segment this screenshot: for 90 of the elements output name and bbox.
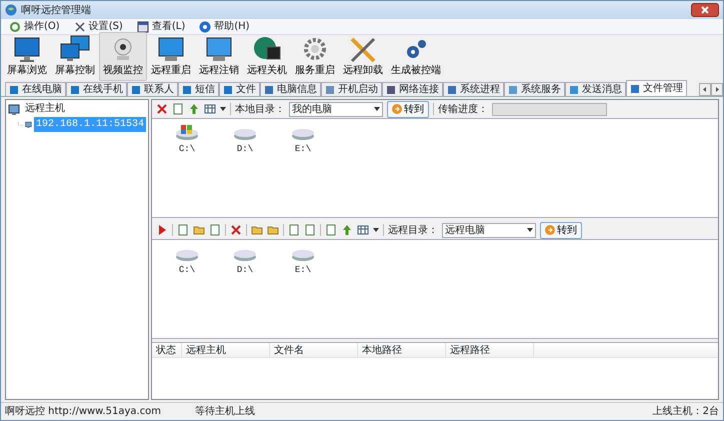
tab[interactable]: 开机启动 bbox=[321, 82, 382, 96]
column-header[interactable]: 本地路径 bbox=[358, 343, 446, 357]
tab-icon bbox=[569, 84, 579, 94]
caret-icon[interactable] bbox=[220, 106, 226, 112]
local-dir-label: 本地目录： bbox=[235, 102, 285, 116]
caret-icon bbox=[374, 106, 380, 112]
go-icon bbox=[392, 104, 402, 114]
tab-icon bbox=[9, 84, 19, 94]
delete-icon[interactable] bbox=[156, 103, 168, 115]
scroll-left-button[interactable] bbox=[699, 83, 711, 96]
directory-dropdown[interactable]: 远程电脑 bbox=[442, 222, 536, 238]
toolbar-button[interactable]: 生成被控端 bbox=[387, 32, 445, 81]
column-header[interactable]: 远程路径 bbox=[446, 343, 534, 357]
tab-icon bbox=[630, 84, 640, 94]
status-text: 啊呀远控 http://www.51aya.com bbox=[5, 405, 162, 419]
toolbar-button[interactable]: 服务重启 bbox=[291, 32, 339, 81]
folder-icon[interactable] bbox=[267, 224, 279, 236]
toolbar-button[interactable]: 屏幕浏览 bbox=[3, 32, 51, 81]
tab[interactable]: 短信 bbox=[178, 82, 219, 96]
tab[interactable]: 文件 bbox=[219, 82, 260, 96]
drive-label[interactable]: E:\ bbox=[294, 143, 312, 156]
tab[interactable]: 系统服务 bbox=[504, 82, 565, 96]
tab-icon bbox=[70, 84, 80, 94]
delete-icon[interactable] bbox=[230, 224, 242, 236]
menu-item[interactable]: 帮助(H) bbox=[199, 19, 250, 34]
computer-icon bbox=[8, 104, 21, 116]
tab[interactable]: 文件管理 bbox=[626, 80, 687, 96]
tab-icon bbox=[131, 84, 141, 94]
drive-label[interactable]: E:\ bbox=[294, 264, 312, 278]
page-icon[interactable] bbox=[172, 103, 184, 115]
tab-icon bbox=[223, 84, 233, 94]
caret-icon bbox=[527, 227, 533, 233]
go-button[interactable]: 转到 bbox=[540, 222, 582, 238]
column-header[interactable]: 状态 bbox=[152, 343, 182, 357]
drive-label[interactable]: D:\ bbox=[236, 264, 254, 278]
column-header[interactable]: 远程主机 bbox=[182, 343, 270, 357]
play-icon[interactable] bbox=[156, 224, 168, 236]
folder-icon[interactable] bbox=[193, 224, 205, 236]
drive-label[interactable]: D:\ bbox=[236, 143, 254, 156]
close-button[interactable] bbox=[691, 3, 719, 17]
tab-icon bbox=[264, 84, 274, 94]
view-grid-icon[interactable] bbox=[204, 103, 216, 115]
progress-label: 传输进度： bbox=[438, 102, 488, 116]
remote-dir-label: 远程目录： bbox=[388, 224, 438, 238]
tab[interactable]: 联系人 bbox=[127, 82, 178, 96]
page-icon[interactable] bbox=[209, 224, 221, 236]
page-icon[interactable] bbox=[304, 224, 316, 236]
tab-icon bbox=[325, 84, 335, 94]
toolbar-button[interactable]: 远程注销 bbox=[195, 32, 243, 81]
app-globe-icon bbox=[5, 4, 17, 16]
up-icon[interactable] bbox=[341, 224, 353, 236]
scroll-right-button[interactable] bbox=[711, 83, 723, 96]
status-text: 等待主机上线 bbox=[195, 404, 256, 419]
go-button[interactable]: 转到 bbox=[387, 100, 429, 118]
tab[interactable]: 电脑信息 bbox=[260, 82, 321, 96]
toolbar-button[interactable]: 远程关机 bbox=[243, 32, 291, 81]
tab[interactable]: 网络连接 bbox=[382, 82, 443, 96]
menu-item[interactable]: 操作(O) bbox=[9, 19, 60, 34]
toolbar-button[interactable]: 远程重启 bbox=[147, 32, 195, 81]
drive-label[interactable]: C:\ bbox=[178, 143, 196, 156]
toolbar-button[interactable]: 视频监控 bbox=[99, 32, 147, 81]
page-icon[interactable] bbox=[288, 224, 300, 236]
caret-icon[interactable] bbox=[373, 227, 379, 233]
page-icon[interactable] bbox=[177, 224, 189, 236]
directory-dropdown[interactable]: 我的电脑 bbox=[289, 102, 383, 116]
view-grid-icon[interactable] bbox=[357, 224, 369, 236]
status-text: 上线主机：2台 bbox=[652, 404, 719, 419]
close-icon bbox=[701, 6, 709, 14]
dual-monitor-icon bbox=[59, 35, 91, 63]
tab-icon bbox=[447, 84, 457, 94]
drive-label[interactable]: C:\ bbox=[178, 264, 196, 278]
tab[interactable]: 系统进程 bbox=[443, 82, 504, 96]
toolbar-button[interactable]: 屏幕控制 bbox=[51, 32, 99, 81]
tab-icon bbox=[508, 84, 518, 94]
menu-item[interactable]: 设置(S) bbox=[74, 19, 123, 34]
menu-item[interactable]: 查看(L) bbox=[136, 19, 186, 34]
toolbar-button[interactable]: 远程卸载 bbox=[339, 32, 387, 81]
tab[interactable]: 在线电脑 bbox=[5, 82, 66, 96]
go-icon bbox=[545, 225, 555, 235]
folder-icon[interactable] bbox=[251, 224, 263, 236]
column-header[interactable]: 文件名 bbox=[270, 343, 358, 357]
up-icon[interactable] bbox=[188, 103, 200, 115]
tab-icon bbox=[182, 84, 192, 94]
tab[interactable]: 发送消息 bbox=[565, 82, 626, 96]
page-icon[interactable] bbox=[325, 224, 337, 236]
window-title: 啊呀远控管理端 bbox=[21, 4, 91, 18]
tab-icon bbox=[386, 84, 396, 94]
tree-item[interactable]: 远程主机 bbox=[23, 102, 67, 117]
system-drive-icon[interactable] bbox=[175, 125, 199, 141]
tab[interactable]: 在线手机 bbox=[66, 82, 127, 96]
